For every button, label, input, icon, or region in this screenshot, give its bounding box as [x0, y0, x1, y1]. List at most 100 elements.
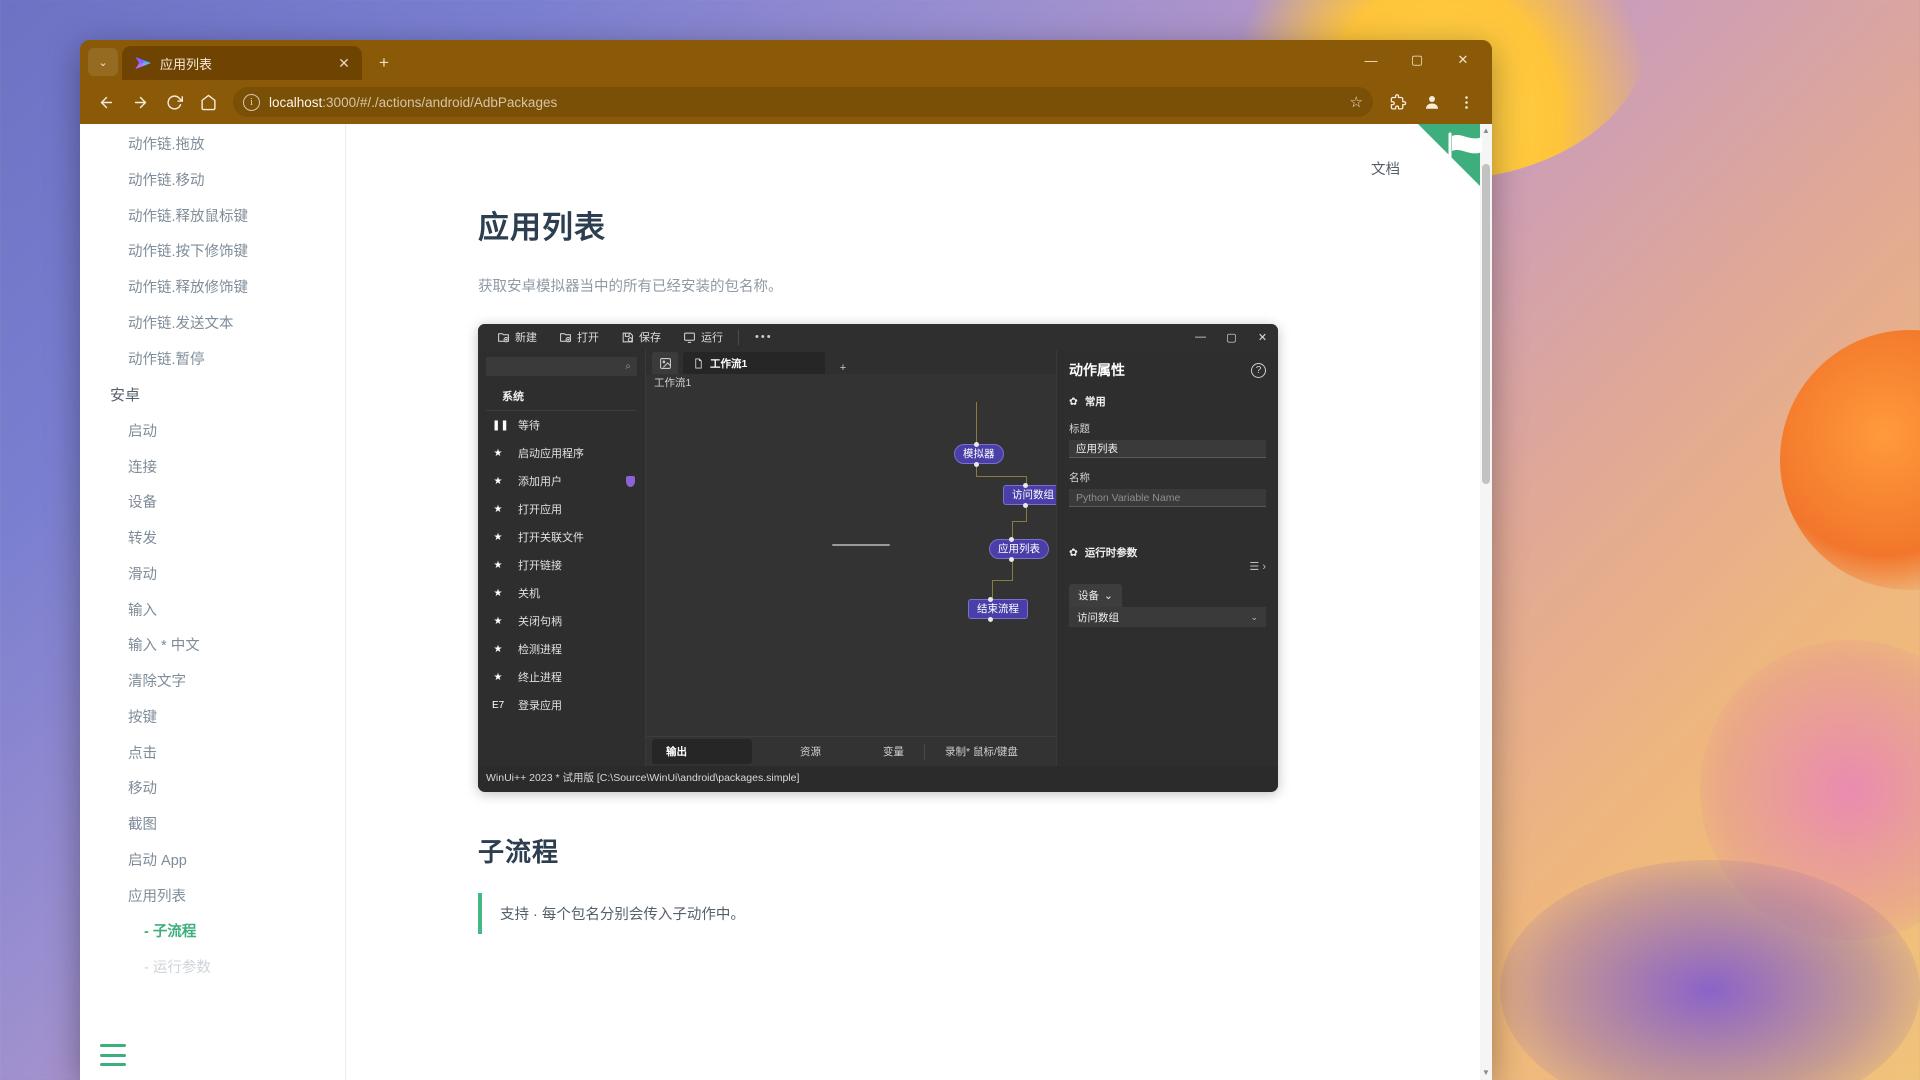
bookmark-star-icon[interactable]: ☆ — [1350, 93, 1363, 111]
winui-action-item[interactable]: ★ 终止进程 — [478, 663, 645, 691]
profile-avatar-icon[interactable] — [1416, 86, 1448, 118]
winui-maximize-button[interactable]: ▢ — [1216, 324, 1247, 350]
sidebar-item[interactable]: 滑动 — [80, 558, 345, 594]
new-tab-button[interactable]: + — [370, 49, 398, 77]
winui-open-button[interactable]: 打开 — [548, 324, 610, 350]
tab-close-icon[interactable]: ✕ — [334, 53, 354, 73]
winui-action-item[interactable]: ❚❚ 等待 — [478, 411, 645, 439]
winui-action-item[interactable]: ★ 打开链接 — [478, 551, 645, 579]
home-icon[interactable] — [192, 86, 224, 118]
flow-node[interactable]: 结束流程 — [968, 599, 1028, 619]
winui-bottom-tab[interactable]: 资源 — [786, 739, 835, 764]
page-scrollbar-thumb[interactable] — [1482, 164, 1490, 484]
winui-action-item[interactable]: ★ 打开关联文件 — [478, 523, 645, 551]
page-scrollbar[interactable]: ▲ ▼ — [1480, 124, 1492, 1080]
reload-icon[interactable] — [158, 86, 190, 118]
docs-sidebar: 动作链.拖放 动作链.移动 动作链.释放鼠标键 动作链.按下修饰键 动作链.释放修饰键动… — [80, 124, 346, 1080]
sidebar-item[interactable]: 动作链.发送文本 — [80, 307, 345, 343]
winui-workflow-tab[interactable]: 工作流1 — [683, 352, 825, 374]
winui-action-item[interactable]: ★ 关闭句柄 — [478, 607, 645, 635]
winui-more-button[interactable]: ••• — [743, 331, 785, 343]
winui-device-select[interactable]: 访问数组 ⌄ — [1069, 607, 1266, 627]
site-info-icon[interactable]: i — [243, 93, 260, 111]
sidebar-item[interactable]: 移动 — [80, 772, 345, 808]
winui-bottom-tab[interactable]: 录制* 鼠标/键盘 — [931, 739, 1032, 764]
page-description: 获取安卓模拟器当中的所有已经安装的包名称。 — [478, 279, 783, 295]
flow-node-port[interactable] — [974, 442, 979, 447]
chevron-down-icon: ⌄ — [1104, 589, 1113, 602]
winui-action-label: 关机 — [518, 588, 540, 600]
sidebar-item[interactable]: 输入 * 中文 — [80, 629, 345, 665]
minimize-button[interactable]: — — [1348, 40, 1394, 80]
flow-node-port[interactable] — [988, 597, 993, 602]
browser-menu-icon[interactable] — [1450, 86, 1482, 118]
sidebar-item[interactable]: 连接 — [80, 451, 345, 487]
sidebar-item[interactable]: 动作链.按下修饰键 — [80, 235, 345, 271]
flow-node-port[interactable] — [1023, 503, 1028, 508]
sidebar-toggle-icon[interactable] — [100, 1044, 126, 1066]
winui-minimize-button[interactable]: — — [1185, 324, 1216, 350]
sidebar-item[interactable]: 点击 — [80, 737, 345, 773]
winui-save-button[interactable]: 保存 — [610, 324, 672, 350]
winui-new-label: 新建 — [515, 332, 537, 344]
sidebar-item[interactable]: 动作链.移动 — [80, 164, 345, 200]
scroll-down-arrow-icon[interactable]: ▼ — [1482, 1068, 1490, 1078]
list-view-icon[interactable]: ☰ › — [1249, 560, 1266, 573]
winui-action-item[interactable]: ★ 启动应用程序 — [478, 439, 645, 467]
winui-action-item[interactable]: ★ 打开应用 — [478, 495, 645, 523]
browser-tab[interactable]: 应用列表 ✕ — [122, 46, 362, 80]
winui-action-item[interactable]: ★ 添加用户 — [478, 467, 645, 495]
sidebar-item[interactable]: 动作链.拖放 — [80, 128, 345, 164]
sidebar-item[interactable]: 转发 — [80, 522, 345, 558]
sidebar-item[interactable]: 应用列表 — [80, 880, 345, 916]
winui-action-item[interactable]: E7 登录应用 — [478, 691, 645, 719]
flow-node[interactable]: 访问数组 — [1003, 485, 1056, 505]
docs-top-link[interactable]: 文档 — [1371, 158, 1400, 179]
sidebar-item[interactable]: 动作链.释放修饰键 — [80, 271, 345, 307]
flow-node-port[interactable] — [988, 617, 993, 622]
flow-node-port[interactable] — [974, 462, 979, 467]
sidebar-item[interactable]: 动作链.暂停 — [80, 343, 345, 379]
help-icon[interactable]: ? — [1251, 362, 1266, 378]
close-button[interactable]: ✕ — [1440, 40, 1486, 80]
flow-node[interactable]: 应用列表 — [989, 539, 1049, 559]
sidebar-item[interactable]: - 运行参数 — [80, 951, 345, 987]
winui-add-workflow-button[interactable]: + — [831, 362, 855, 374]
winui-action-label: 打开应用 — [518, 504, 562, 516]
winui-new-button[interactable]: 新建 — [486, 324, 548, 350]
sidebar-item[interactable]: 动作链.释放鼠标键 — [80, 200, 345, 236]
maximize-button[interactable]: ▢ — [1394, 40, 1440, 80]
winui-action-item[interactable]: ★ 关机 — [478, 579, 645, 607]
winui-image-tab-icon[interactable] — [652, 352, 678, 374]
winui-name-field[interactable]: Python Variable Name — [1069, 489, 1266, 507]
sidebar-item[interactable]: 启动 — [80, 415, 345, 451]
sidebar-item[interactable]: 启动 App — [80, 844, 345, 880]
winui-run-button[interactable]: 运行 — [672, 324, 734, 350]
winui-bottom-tab[interactable]: 输出 — [652, 739, 752, 764]
winui-action-label: 启动应用程序 — [518, 448, 584, 460]
winui-bottom-tab[interactable]: 变量 — [869, 739, 918, 764]
winui-action-item[interactable]: ★ 检测进程 — [478, 635, 645, 663]
address-bar[interactable]: i localhost:3000/#/./actions/android/Adb… — [233, 87, 1373, 117]
flow-node-port[interactable] — [1009, 537, 1014, 542]
action-star-icon: ★ — [493, 587, 503, 599]
winui-flow-canvas[interactable]: 模拟器访问数组应用列表结束流程 — [646, 392, 1056, 736]
sidebar-item[interactable]: 输入 — [80, 594, 345, 630]
flow-node-port[interactable] — [1023, 483, 1028, 488]
sidebar-item[interactable]: - 子流程 — [80, 915, 345, 951]
tab-search-chevron-icon[interactable]: ⌄ — [88, 48, 118, 76]
sidebar-item[interactable]: 清除文字 — [80, 665, 345, 701]
flow-node[interactable]: 模拟器 — [954, 444, 1004, 464]
sidebar-item[interactable]: 按键 — [80, 701, 345, 737]
winui-search-input[interactable]: ⌕ — [486, 357, 637, 376]
extensions-icon[interactable] — [1382, 86, 1414, 118]
winui-device-chip[interactable]: 设备 ⌄ — [1069, 584, 1122, 607]
flow-node-port[interactable] — [1009, 557, 1014, 562]
sidebar-item[interactable]: 安卓 — [80, 378, 345, 415]
back-icon[interactable] — [90, 86, 122, 118]
forward-icon[interactable] — [124, 86, 156, 118]
winui-title-field[interactable]: 应用列表 — [1069, 440, 1266, 458]
sidebar-item[interactable]: 截图 — [80, 808, 345, 844]
winui-close-button[interactable]: ✕ — [1247, 324, 1278, 350]
sidebar-item[interactable]: 设备 — [80, 486, 345, 522]
